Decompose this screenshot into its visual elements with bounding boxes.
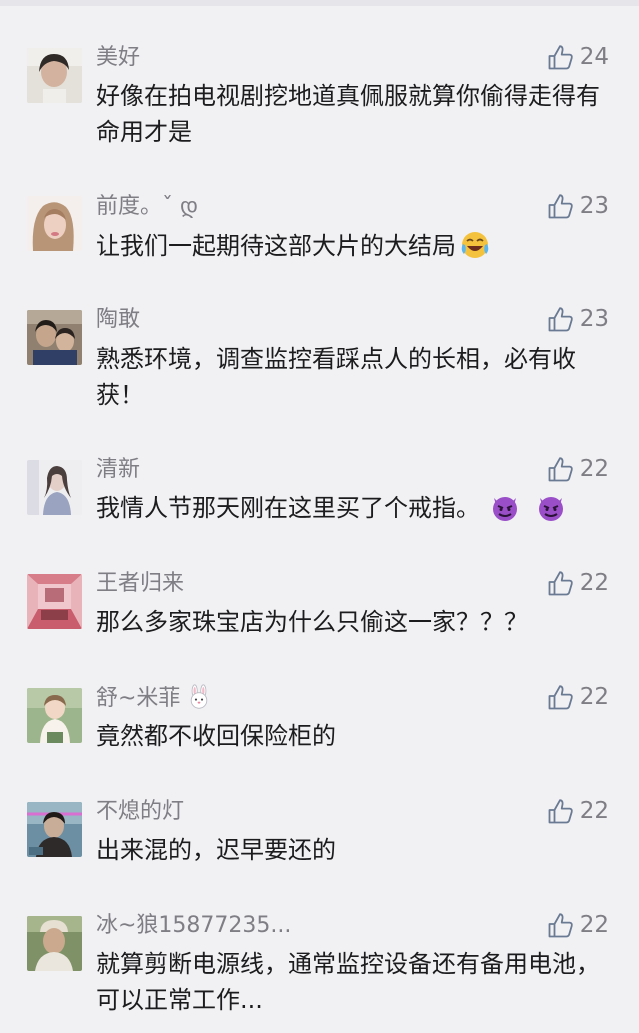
thumbs-up-icon[interactable] (546, 911, 574, 939)
like-button[interactable]: 22 (546, 910, 609, 940)
comment-item: 冰~狼15877235... 22 就算剪断电源线，通常监控设备还有备用电池，可… (0, 0, 639, 1033)
username[interactable]: 冰~狼15877235... (96, 912, 291, 940)
like-count: 22 (579, 912, 609, 938)
comment-list: 美好 24 好像在拍电视剧挖地道真佩服就算你偷得走得有命用才是 前度。ˇ დ 2… (0, 0, 639, 1033)
avatar[interactable] (27, 916, 82, 971)
comment-text: 就算剪断电源线，通常监控设备还有备用电池，可以正常工作... (96, 950, 600, 1014)
